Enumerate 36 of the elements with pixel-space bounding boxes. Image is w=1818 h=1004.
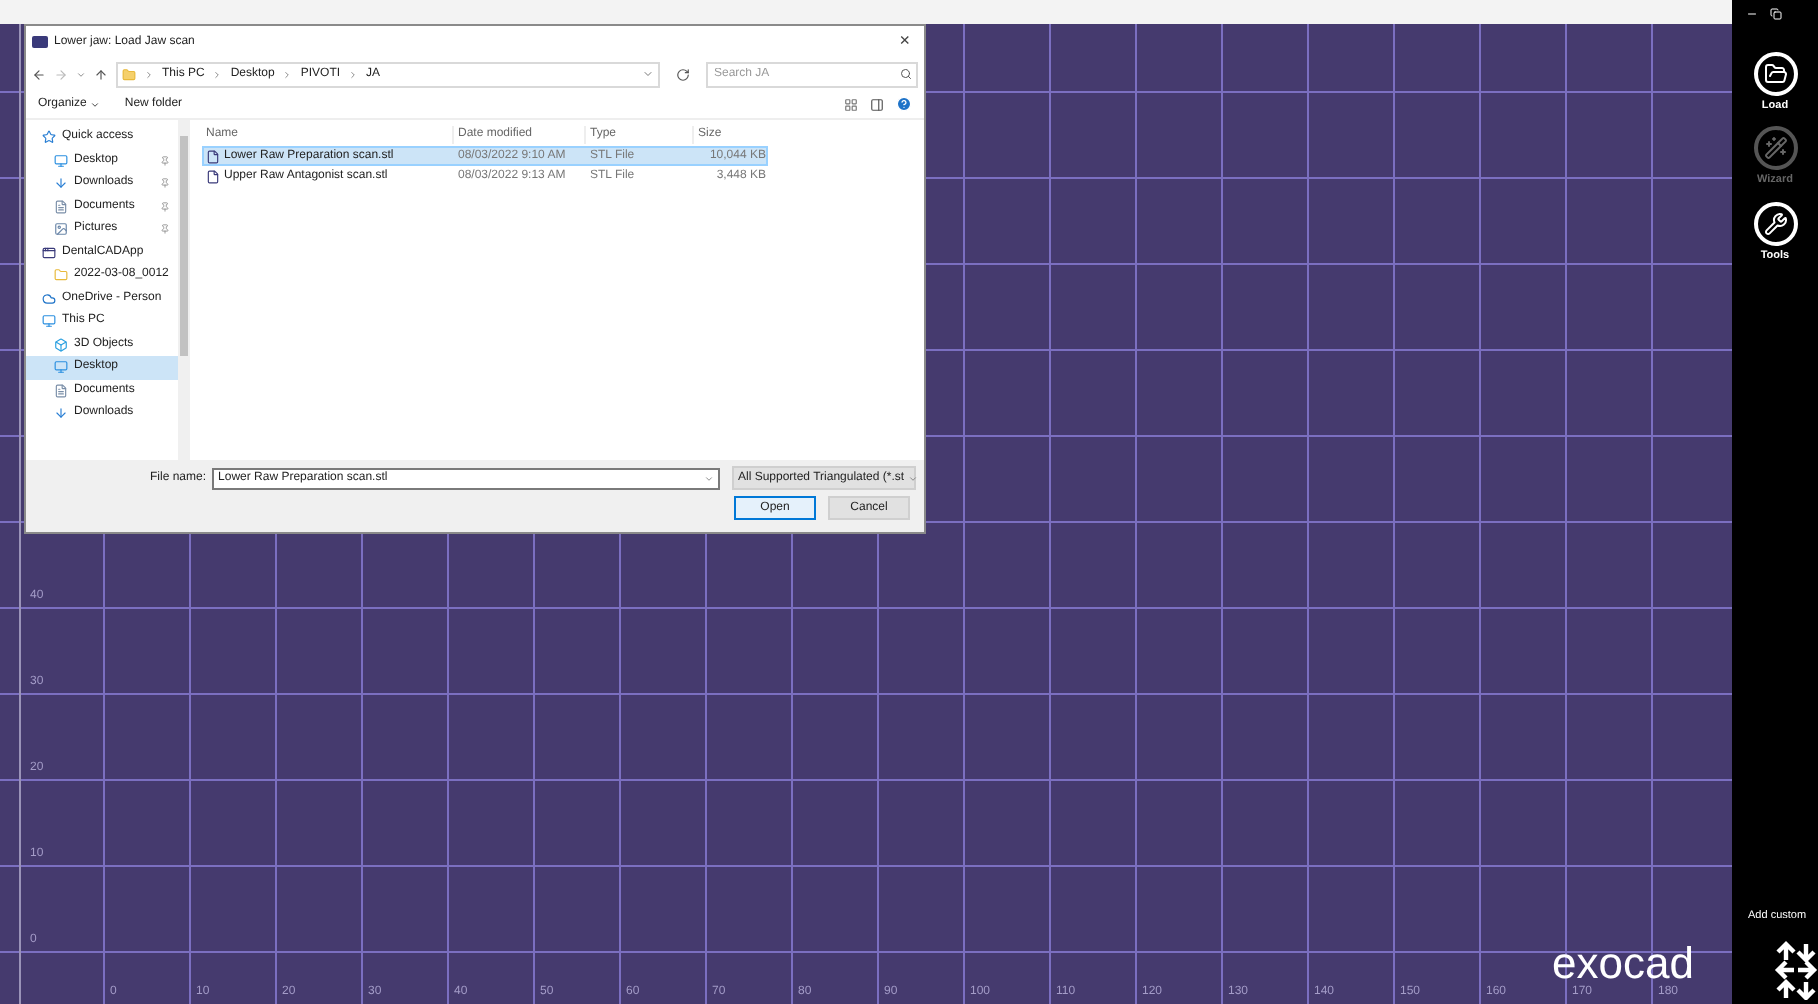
refresh-icon[interactable] [676, 67, 690, 81]
app-icon [42, 245, 56, 260]
minimize-icon[interactable] [1746, 8, 1758, 20]
folder-icon [1763, 62, 1787, 86]
star-icon [42, 130, 56, 145]
picture-icon [54, 222, 68, 237]
help-icon[interactable] [896, 96, 912, 112]
file-icon [206, 149, 220, 163]
download-icon [54, 406, 68, 421]
folder-icon [54, 268, 68, 283]
wrench-icon [1763, 211, 1787, 235]
desktop-icon [54, 153, 68, 168]
scrollbar[interactable] [178, 120, 190, 460]
desktop-icon [54, 360, 68, 375]
restore-icon[interactable] [1770, 8, 1782, 20]
pane-icon[interactable] [870, 97, 884, 111]
pc-icon [42, 314, 56, 329]
arrows-icon[interactable] [1774, 940, 1818, 1000]
close-button[interactable]: × [891, 28, 918, 56]
dropdown-icon [704, 473, 714, 483]
app-icon [32, 36, 48, 48]
dropdown-icon [908, 473, 919, 483]
view-icon[interactable] [844, 97, 858, 111]
caret-icon [90, 99, 101, 109]
file-icon [206, 169, 220, 183]
back-icon[interactable] [32, 67, 46, 81]
cloud-icon [42, 291, 56, 306]
document-icon [54, 199, 68, 214]
document-icon [54, 383, 68, 398]
download-icon [54, 176, 68, 191]
logo: exocad [1552, 944, 1694, 984]
wand-icon [1763, 136, 1787, 161]
up-icon[interactable] [94, 67, 108, 81]
cube-icon [54, 337, 68, 352]
folder-icon [122, 67, 136, 81]
search-icon[interactable] [900, 68, 912, 80]
